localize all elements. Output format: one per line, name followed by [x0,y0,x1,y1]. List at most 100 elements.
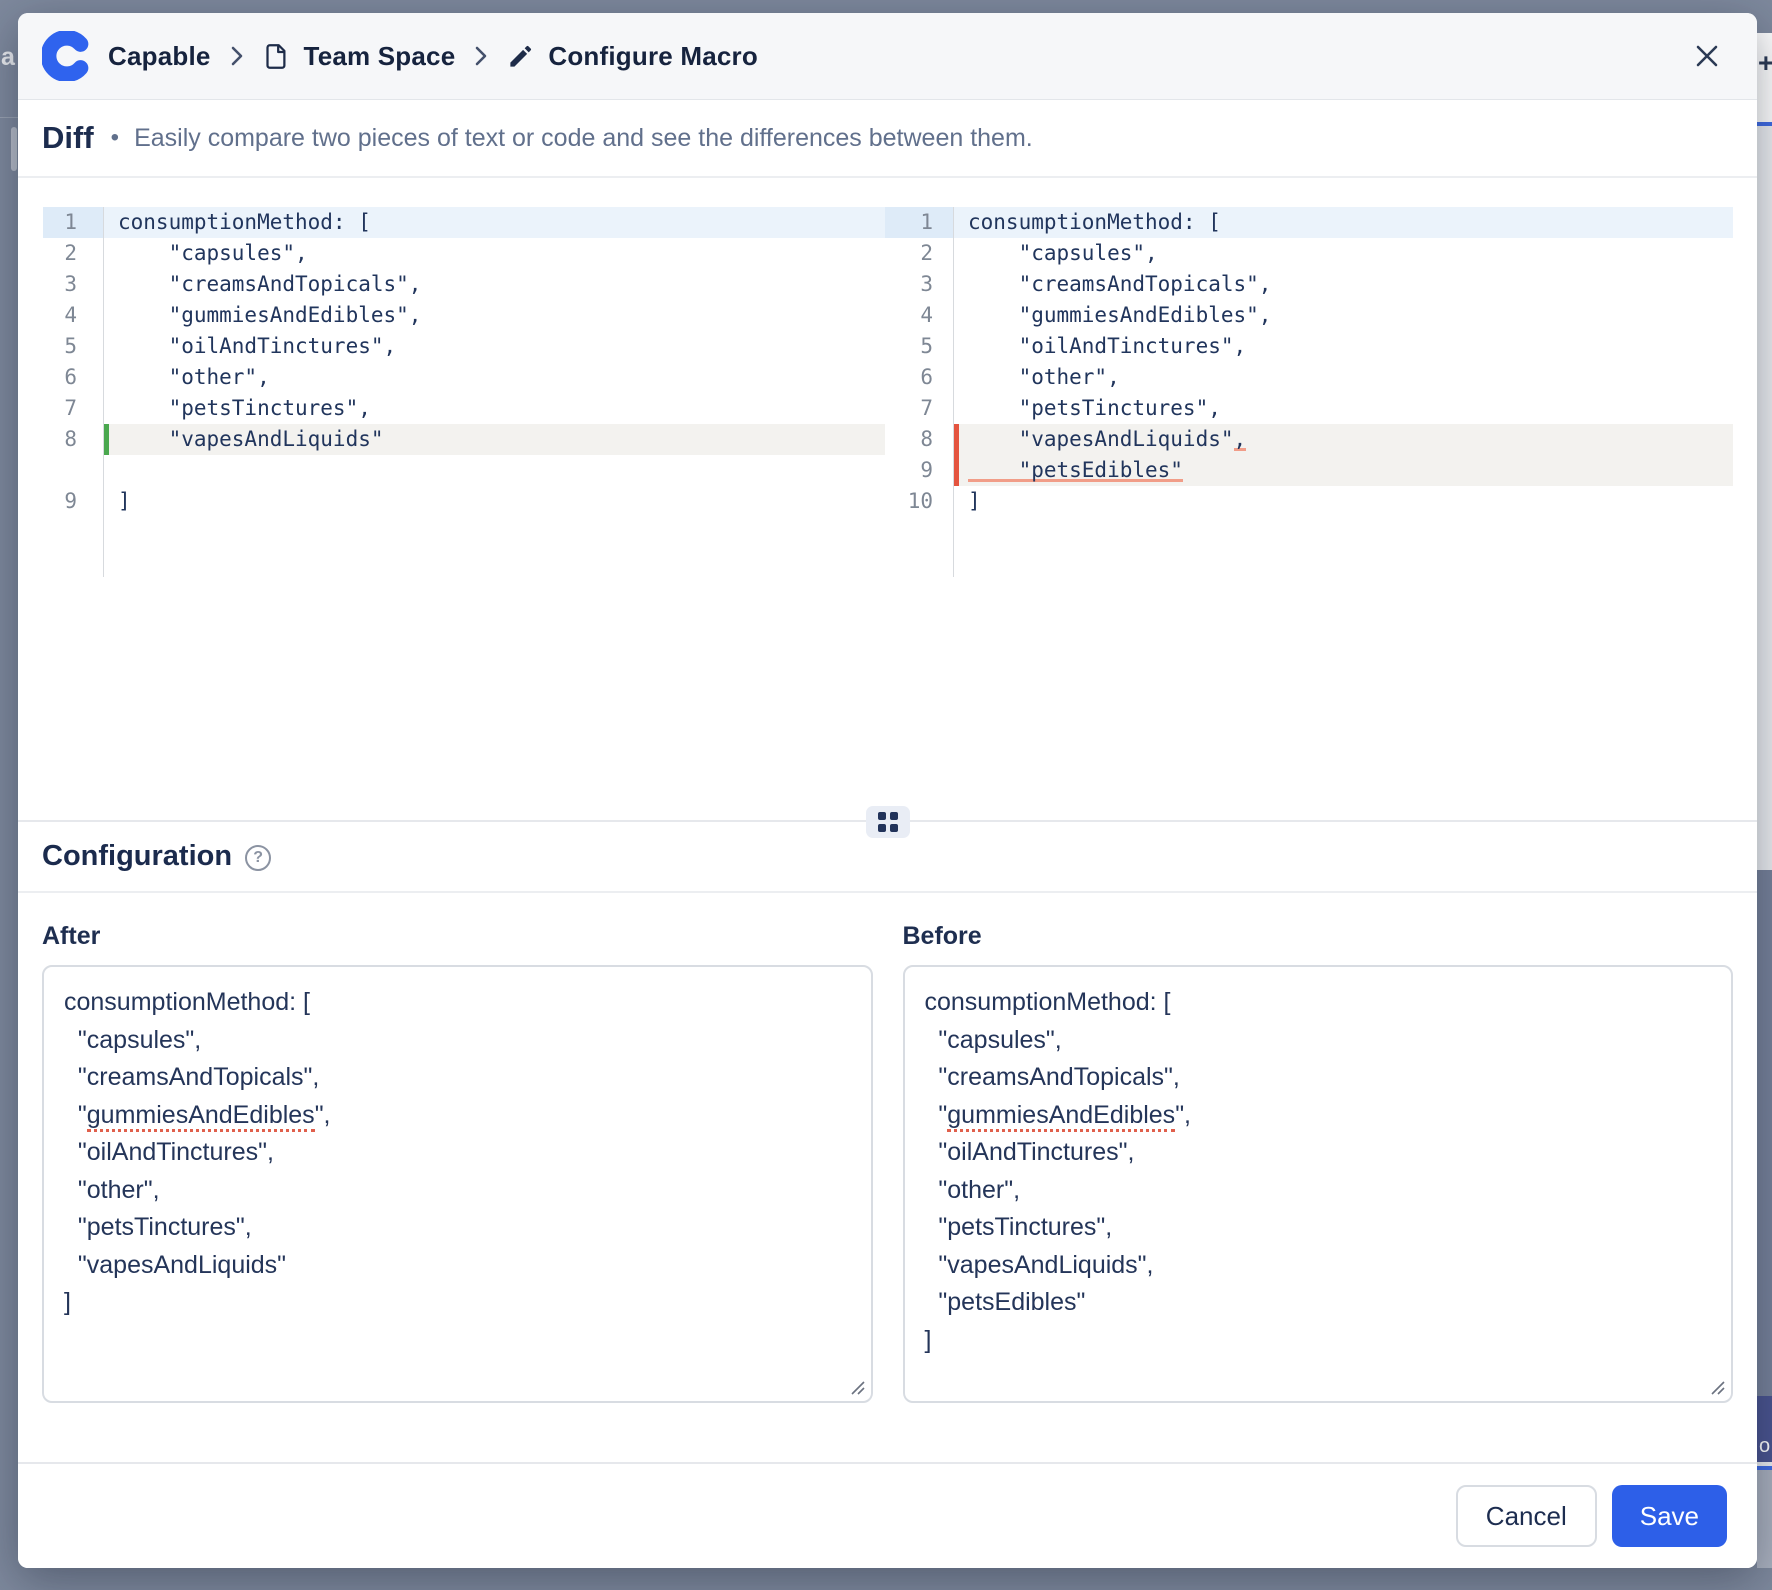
code-text: "other", [118,365,270,389]
diff-line: "oilAndTinctures", [954,331,1733,362]
config-text-line: "gummiesAndEdibles", [64,1097,851,1135]
background-scrollbar-thumb [11,127,17,171]
diff-line: "petsTinctures", [104,393,885,424]
diff-line: consumptionMethod: [ [104,207,885,238]
breadcrumb-space[interactable]: Team Space [304,41,456,72]
background-page-left-strip: a [0,0,18,1590]
line-number: 7 [885,393,953,424]
config-text-line: ] [64,1284,851,1322]
code-text: consumptionMethod: [ [968,210,1221,234]
config-text-line: "capsules", [64,1022,851,1060]
code-text: "creamsAndTopicals", [118,272,421,296]
diff-line: "vapesAndLiquids" [104,424,885,455]
after-label: After [42,922,873,951]
diff-line: "gummiesAndEdibles", [954,300,1733,331]
help-icon[interactable]: ? [245,845,271,871]
configuration-body: After Before consumptionMethod: [ "capsu… [18,922,1757,1403]
code-text: "oilAndTinctures", [118,334,396,358]
split-divider [18,820,1757,822]
added-line-marker [954,424,959,455]
line-number: 6 [43,362,103,393]
line-number-gutter: 12345678910 [885,207,954,577]
line-number: 5 [885,331,953,362]
breadcrumb: Capable Team Space Configure Macro [108,41,758,72]
dialog-footer: Cancel Save [18,1462,1757,1568]
config-text-line: "petsEdibles" [925,1284,1712,1322]
save-button[interactable]: Save [1612,1485,1727,1547]
config-text-line: "gummiesAndEdibles", [925,1097,1712,1135]
line-number: 6 [885,362,953,393]
code-text: "petsTinctures", [968,396,1221,420]
code-text: "petsTinctures", [118,396,371,420]
diff-line: consumptionMethod: [ [954,207,1733,238]
added-line-marker [954,455,959,486]
line-number: 1 [885,207,953,238]
code-text: ] [968,489,981,513]
breadcrumb-app[interactable]: Capable [108,41,211,72]
resize-handle-icon[interactable] [1710,1380,1726,1396]
line-number: 4 [885,300,953,331]
chevron-right-icon [474,45,488,67]
background-divider [0,117,18,118]
code-text: "oilAndTinctures", [968,334,1246,358]
code-text: "gummiesAndEdibles", [968,303,1271,327]
before-textarea[interactable]: consumptionMethod: [ "capsules", "creams… [903,965,1734,1403]
config-text-line: "creamsAndTopicals", [64,1059,851,1097]
config-text-line: "petsTinctures", [925,1209,1712,1247]
diff-pane-before: 12345678910 consumptionMethod: [ "capsul… [885,207,1733,577]
config-text-line: "oilAndTinctures", [925,1134,1712,1172]
code-text: "other", [968,365,1120,389]
diff-line: "oilAndTinctures", [104,331,885,362]
diff-line: ] [954,486,1733,517]
line-number: 9 [43,486,103,517]
config-text-line: "creamsAndTopicals", [925,1059,1712,1097]
background-page-right-strip: + o [1757,0,1772,1590]
diff-line: "other", [104,362,885,393]
before-label: Before [903,922,1734,951]
document-icon [263,43,290,70]
code-text: consumptionMethod: [ [118,210,371,234]
config-text-line: "vapesAndLiquids", [925,1247,1712,1285]
diff-line: ] [104,486,885,517]
code-area-after[interactable]: consumptionMethod: [ "capsules", "creams… [104,207,885,577]
line-number: 8 [43,424,103,455]
line-number [43,455,103,486]
added-text: "petsEdibles" [968,458,1183,482]
drag-dots-icon [878,812,898,832]
background-text-fragment: a [1,43,15,72]
added-text: , [1234,427,1247,451]
line-number: 3 [43,269,103,300]
code-text: "vapesAndLiquids" [118,427,384,451]
config-text-line: "other", [925,1172,1712,1210]
line-number: 1 [43,207,103,238]
diff-line: "creamsAndTopicals", [954,269,1733,300]
diff-line: "gummiesAndEdibles", [104,300,885,331]
cancel-button[interactable]: Cancel [1456,1485,1597,1547]
diff-line: "capsules", [104,238,885,269]
resize-handle-icon[interactable] [850,1380,866,1396]
line-number: 10 [885,486,953,517]
config-text-line: consumptionMethod: [ [925,984,1712,1022]
configure-macro-dialog: Capable Team Space Configure Macro Diff … [18,13,1757,1568]
background-plus-fragment: + [1757,33,1772,122]
code-area-before[interactable]: consumptionMethod: [ "capsules", "creams… [954,207,1733,577]
diff-line: "petsTinctures", [954,393,1733,424]
dialog-header: Capable Team Space Configure Macro [18,13,1757,100]
misspelled-word: gummiesAndEdibles [947,1101,1175,1132]
code-text: "capsules", [968,241,1158,265]
config-text-line: "petsTinctures", [64,1209,851,1247]
config-text-line: ] [925,1322,1712,1360]
diff-pane-after: 123456789 consumptionMethod: [ "capsules… [43,207,885,577]
line-number: 9 [885,455,953,486]
after-textarea[interactable]: consumptionMethod: [ "capsules", "creams… [42,965,873,1403]
diff-line: "capsules", [954,238,1733,269]
line-number: 4 [43,300,103,331]
pencil-icon [507,43,534,70]
config-text-line: consumptionMethod: [ [64,984,851,1022]
close-button[interactable] [1687,36,1727,76]
code-text: "capsules", [118,241,308,265]
code-text: "vapesAndLiquids" [968,427,1234,451]
chevron-right-icon [230,45,244,67]
resize-drag-handle[interactable] [866,806,910,838]
diff-line [104,455,885,486]
